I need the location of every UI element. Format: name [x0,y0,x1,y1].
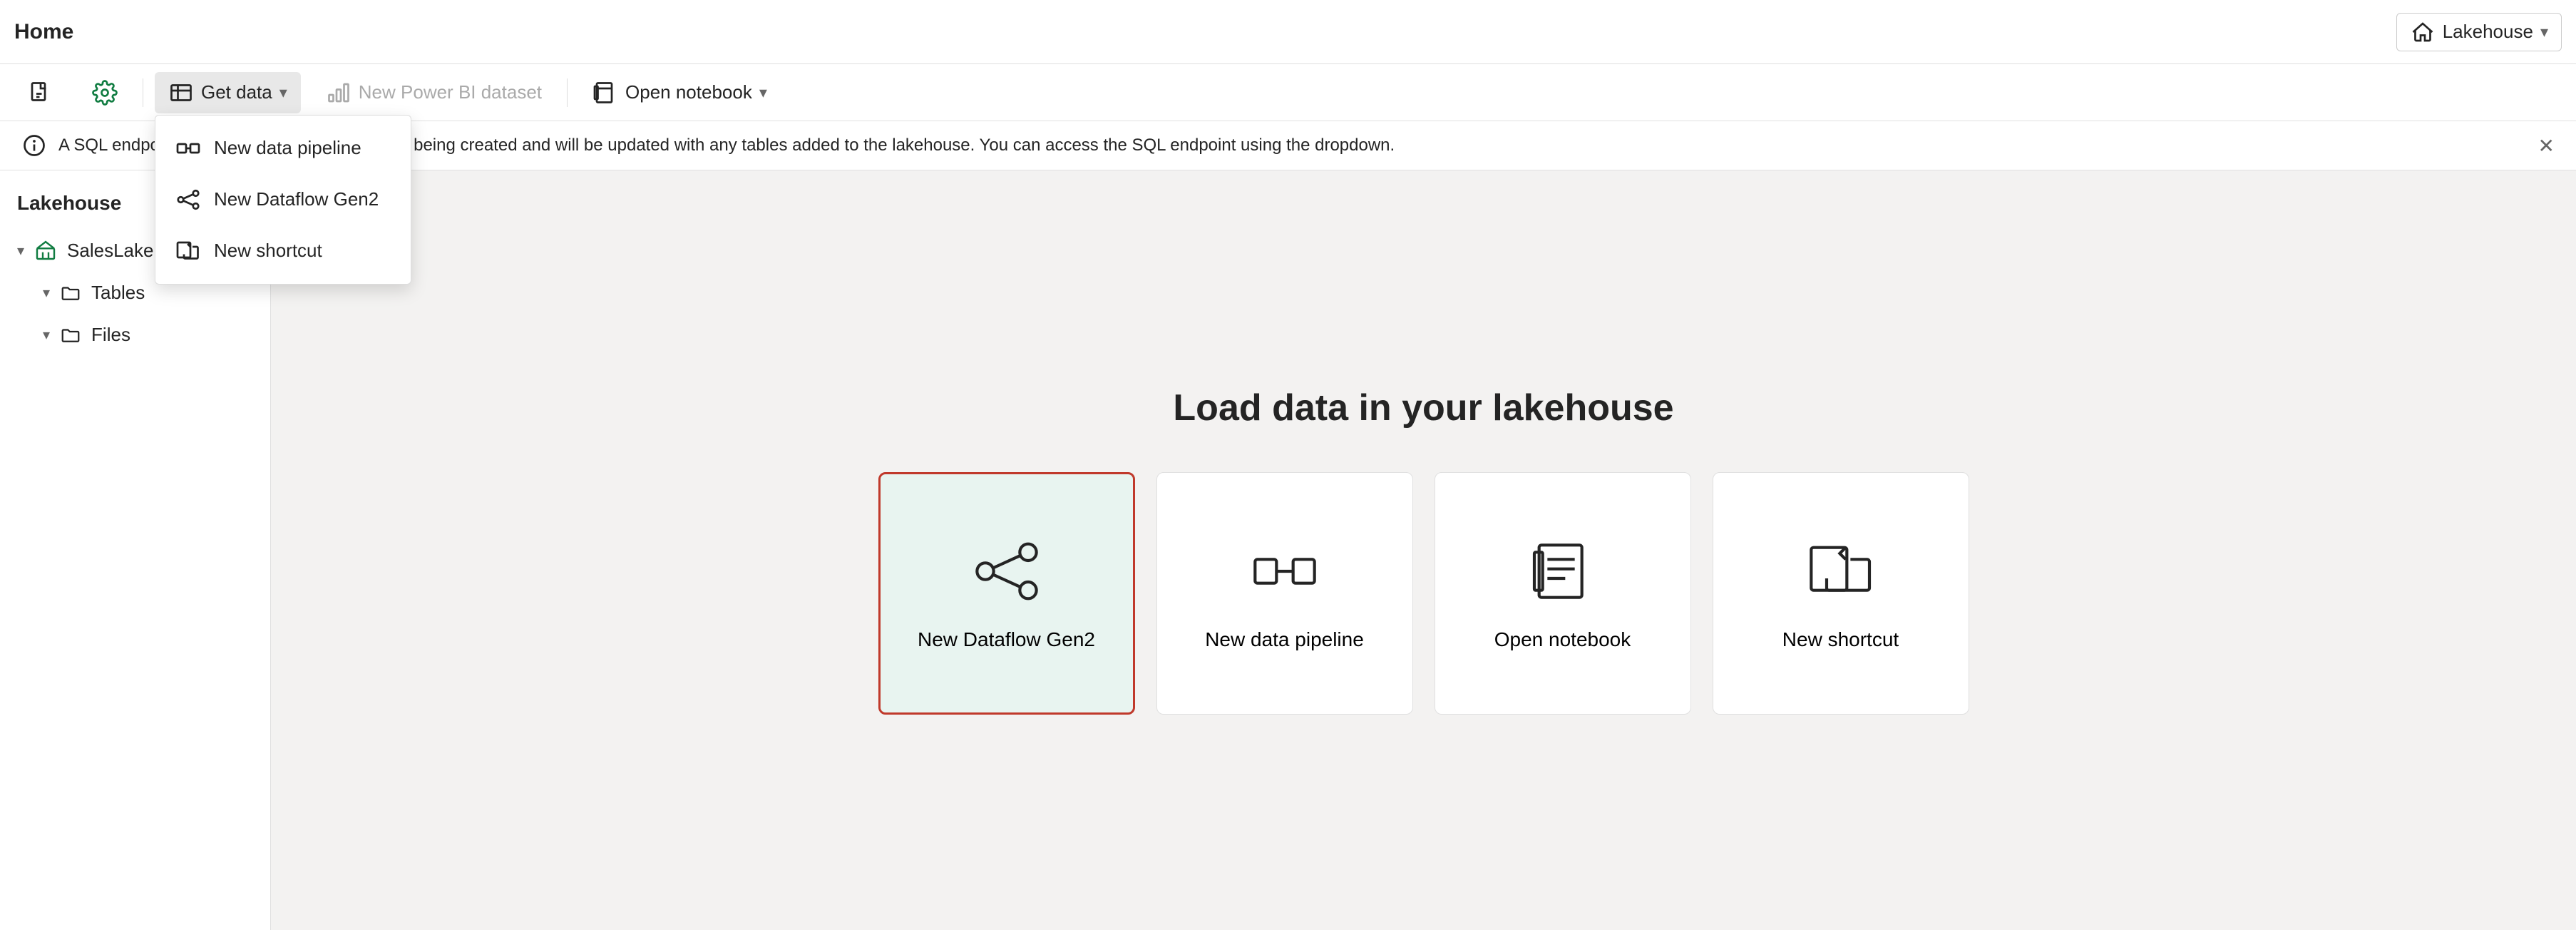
shortcut-card-icon [1805,536,1877,607]
notebook-icon [592,80,618,106]
folder-icon-files [60,325,81,346]
pipeline-menu-icon [175,136,201,161]
chevron-saleslakehouse: ▾ [17,242,24,260]
sidebar-item-tables-label: Tables [91,282,145,304]
menu-item-new-dataflow-gen2-label: New Dataflow Gen2 [214,188,379,210]
card-open-notebook-label: Open notebook [1494,628,1631,651]
lakehouse-label: Lakehouse [2443,21,2533,43]
menu-item-new-shortcut[interactable]: New shortcut [155,225,411,277]
dataflow-menu-icon [175,187,201,213]
folder-icon-tables [60,282,81,304]
menu-item-new-data-pipeline-label: New data pipeline [214,137,361,159]
sidebar-item-files-label: Files [91,324,130,346]
get-data-dropdown-container: Get data ▾ New data pipeline [155,72,301,113]
settings-button[interactable] [78,72,131,113]
new-file-button[interactable] [14,72,67,113]
card-new-data-pipeline[interactable]: New data pipeline [1156,472,1413,715]
settings-icon [92,80,118,106]
get-data-menu: New data pipeline New Dataflow Gen2 [155,115,411,285]
card-new-shortcut-label: New shortcut [1782,628,1899,651]
new-power-bi-label: New Power BI dataset [359,81,542,103]
menu-item-new-shortcut-label: New shortcut [214,240,322,262]
top-bar: Home Lakehouse ▾ [0,0,2576,64]
get-data-chevron: ▾ [279,83,287,102]
main-content: Load data in your lakehouse New Dataflow… [271,170,2576,930]
menu-item-new-data-pipeline[interactable]: New data pipeline [155,123,411,174]
shortcut-menu-icon [175,238,201,264]
chevron-files: ▾ [43,326,50,344]
sidebar-item-files[interactable]: ▾ Files [0,314,270,356]
main-layout: Lakehouse ▾ SalesLakehouse ▾ Tables ▾ [0,170,2576,930]
power-bi-icon [326,80,351,106]
home-icon [2410,19,2436,45]
menu-item-new-dataflow-gen2[interactable]: New Dataflow Gen2 [155,174,411,225]
card-new-shortcut[interactable]: New shortcut [1713,472,1969,715]
card-open-notebook[interactable]: Open notebook [1435,472,1691,715]
banner-text: A SQL endpoint default dataset for repor… [58,136,2527,155]
card-new-data-pipeline-label: New data pipeline [1205,628,1364,651]
cards-row: New Dataflow Gen2 New data pipeline [878,472,1969,715]
lakehouse-icon [34,239,57,262]
banner-close-button[interactable]: ✕ [2538,134,2555,158]
table-icon [168,80,194,106]
notebook-card-icon [1527,536,1599,607]
new-file-icon [28,80,53,106]
lakehouse-selector[interactable]: Lakehouse ▾ [2396,13,2562,51]
new-power-bi-button[interactable]: New Power BI dataset [312,72,555,113]
get-data-label: Get data [201,81,272,103]
toolbar: Get data ▾ New data pipeline [0,64,2576,121]
open-notebook-label: Open notebook [625,81,752,103]
open-notebook-button[interactable]: Open notebook ▾ [579,72,781,113]
card-new-dataflow-gen2[interactable]: New Dataflow Gen2 [878,472,1135,715]
get-data-button[interactable]: Get data ▾ [155,72,301,113]
card-new-dataflow-gen2-label: New Dataflow Gen2 [918,628,1095,651]
chevron-tables: ▾ [43,284,50,302]
separator-2 [567,78,568,107]
info-icon [21,133,47,158]
pipeline-card-icon [1249,536,1320,607]
page-title: Home [14,20,73,44]
chevron-down-icon: ▾ [2540,23,2548,41]
sidebar: Lakehouse ▾ SalesLakehouse ▾ Tables ▾ [0,170,271,930]
dataflow-card-icon [971,536,1042,607]
open-notebook-chevron: ▾ [759,83,767,102]
content-title: Load data in your lakehouse [1173,387,1673,429]
